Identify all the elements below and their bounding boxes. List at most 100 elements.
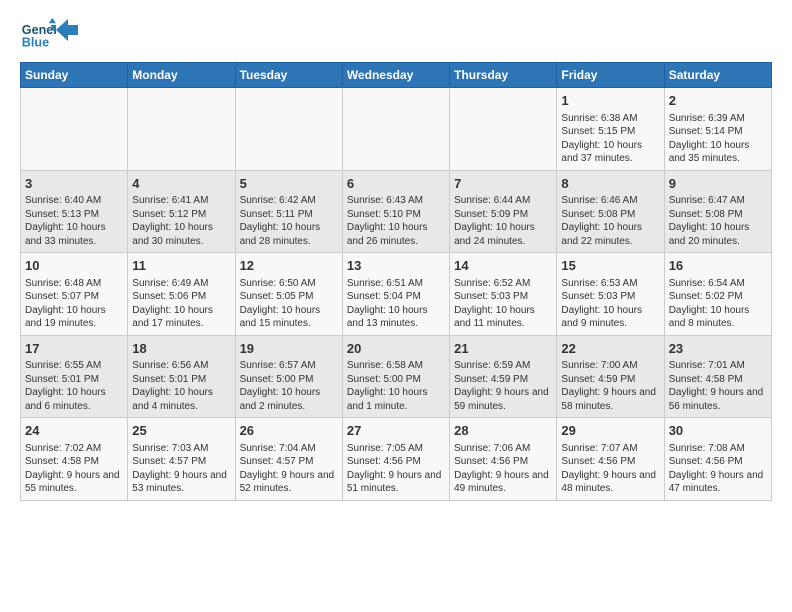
cell-content: Sunset: 4:59 PM [454, 373, 552, 387]
day-number: 29 [561, 422, 659, 440]
calendar-cell [235, 88, 342, 171]
calendar-cell: 22Sunrise: 7:00 AMSunset: 4:59 PMDayligh… [557, 335, 664, 418]
cell-content: Daylight: 9 hours and 52 minutes. [240, 469, 338, 496]
cell-content: Daylight: 9 hours and 51 minutes. [347, 469, 445, 496]
cell-content: Sunset: 5:04 PM [347, 290, 445, 304]
day-number: 23 [669, 340, 767, 358]
cell-content: Sunset: 5:10 PM [347, 208, 445, 222]
day-number: 7 [454, 175, 552, 193]
cell-content: Sunrise: 6:56 AM [132, 359, 230, 373]
calendar-cell: 15Sunrise: 6:53 AMSunset: 5:03 PMDayligh… [557, 253, 664, 336]
cell-content: Sunrise: 6:49 AM [132, 277, 230, 291]
week-row-3: 10Sunrise: 6:48 AMSunset: 5:07 PMDayligh… [21, 253, 772, 336]
calendar-cell: 30Sunrise: 7:08 AMSunset: 4:56 PMDayligh… [664, 418, 771, 501]
calendar-cell: 6Sunrise: 6:43 AMSunset: 5:10 PMDaylight… [342, 170, 449, 253]
cell-content: Sunset: 4:56 PM [347, 455, 445, 469]
day-number: 13 [347, 257, 445, 275]
cell-content: Sunset: 5:09 PM [454, 208, 552, 222]
cell-content: Sunrise: 7:05 AM [347, 442, 445, 456]
cell-content: Sunrise: 7:08 AM [669, 442, 767, 456]
cell-content: Sunrise: 6:53 AM [561, 277, 659, 291]
cell-content: Sunset: 5:05 PM [240, 290, 338, 304]
cell-content: Sunrise: 6:57 AM [240, 359, 338, 373]
day-number: 3 [25, 175, 123, 193]
calendar-cell: 4Sunrise: 6:41 AMSunset: 5:12 PMDaylight… [128, 170, 235, 253]
day-number: 11 [132, 257, 230, 275]
cell-content: Daylight: 10 hours and 6 minutes. [25, 386, 123, 413]
cell-content: Sunset: 5:02 PM [669, 290, 767, 304]
cell-content: Daylight: 10 hours and 4 minutes. [132, 386, 230, 413]
day-number: 6 [347, 175, 445, 193]
calendar-cell: 2Sunrise: 6:39 AMSunset: 5:14 PMDaylight… [664, 88, 771, 171]
week-row-2: 3Sunrise: 6:40 AMSunset: 5:13 PMDaylight… [21, 170, 772, 253]
cell-content: Daylight: 10 hours and 17 minutes. [132, 304, 230, 331]
header-section: General Blue [20, 16, 772, 52]
cell-content: Sunset: 5:01 PM [132, 373, 230, 387]
cell-content: Sunrise: 6:46 AM [561, 194, 659, 208]
cell-content: Sunrise: 7:04 AM [240, 442, 338, 456]
day-header-wednesday: Wednesday [342, 63, 449, 88]
cell-content: Sunrise: 7:00 AM [561, 359, 659, 373]
cell-content: Daylight: 10 hours and 22 minutes. [561, 221, 659, 248]
cell-content: Sunset: 4:56 PM [454, 455, 552, 469]
day-number: 5 [240, 175, 338, 193]
cell-content: Daylight: 9 hours and 47 minutes. [669, 469, 767, 496]
calendar-cell: 19Sunrise: 6:57 AMSunset: 5:00 PMDayligh… [235, 335, 342, 418]
cell-content: Sunrise: 6:58 AM [347, 359, 445, 373]
cell-content: Daylight: 10 hours and 1 minute. [347, 386, 445, 413]
cell-content: Daylight: 9 hours and 48 minutes. [561, 469, 659, 496]
cell-content: Daylight: 10 hours and 24 minutes. [454, 221, 552, 248]
calendar-cell: 9Sunrise: 6:47 AMSunset: 5:08 PMDaylight… [664, 170, 771, 253]
cell-content: Sunset: 5:01 PM [25, 373, 123, 387]
cell-content: Sunrise: 6:44 AM [454, 194, 552, 208]
cell-content: Sunrise: 6:54 AM [669, 277, 767, 291]
cell-content: Sunset: 5:03 PM [454, 290, 552, 304]
calendar-cell: 26Sunrise: 7:04 AMSunset: 4:57 PMDayligh… [235, 418, 342, 501]
cell-content: Sunrise: 6:40 AM [25, 194, 123, 208]
calendar-cell: 29Sunrise: 7:07 AMSunset: 4:56 PMDayligh… [557, 418, 664, 501]
cell-content: Daylight: 9 hours and 58 minutes. [561, 386, 659, 413]
cell-content: Sunset: 5:11 PM [240, 208, 338, 222]
calendar-cell: 12Sunrise: 6:50 AMSunset: 5:05 PMDayligh… [235, 253, 342, 336]
cell-content: Sunset: 4:56 PM [669, 455, 767, 469]
cell-content: Daylight: 9 hours and 53 minutes. [132, 469, 230, 496]
week-row-1: 1Sunrise: 6:38 AMSunset: 5:15 PMDaylight… [21, 88, 772, 171]
week-row-5: 24Sunrise: 7:02 AMSunset: 4:58 PMDayligh… [21, 418, 772, 501]
cell-content: Daylight: 9 hours and 56 minutes. [669, 386, 767, 413]
day-header-tuesday: Tuesday [235, 63, 342, 88]
day-number: 16 [669, 257, 767, 275]
cell-content: Sunrise: 6:43 AM [347, 194, 445, 208]
calendar-table: SundayMondayTuesdayWednesdayThursdayFrid… [20, 62, 772, 501]
cell-content: Sunset: 4:57 PM [240, 455, 338, 469]
cell-content: Daylight: 9 hours and 55 minutes. [25, 469, 123, 496]
calendar-cell: 1Sunrise: 6:38 AMSunset: 5:15 PMDaylight… [557, 88, 664, 171]
day-number: 15 [561, 257, 659, 275]
day-number: 27 [347, 422, 445, 440]
cell-content: Daylight: 10 hours and 37 minutes. [561, 139, 659, 166]
cell-content: Sunset: 5:03 PM [561, 290, 659, 304]
calendar-cell: 14Sunrise: 6:52 AMSunset: 5:03 PMDayligh… [450, 253, 557, 336]
cell-content: Sunset: 5:00 PM [240, 373, 338, 387]
day-header-saturday: Saturday [664, 63, 771, 88]
cell-content: Daylight: 10 hours and 35 minutes. [669, 139, 767, 166]
cell-content: Sunrise: 6:42 AM [240, 194, 338, 208]
day-header-thursday: Thursday [450, 63, 557, 88]
calendar-cell: 18Sunrise: 6:56 AMSunset: 5:01 PMDayligh… [128, 335, 235, 418]
cell-content: Daylight: 10 hours and 13 minutes. [347, 304, 445, 331]
calendar-cell [342, 88, 449, 171]
day-number: 2 [669, 92, 767, 110]
cell-content: Daylight: 9 hours and 59 minutes. [454, 386, 552, 413]
cell-content: Sunset: 5:08 PM [669, 208, 767, 222]
day-number: 14 [454, 257, 552, 275]
day-number: 9 [669, 175, 767, 193]
calendar-cell: 10Sunrise: 6:48 AMSunset: 5:07 PMDayligh… [21, 253, 128, 336]
day-number: 4 [132, 175, 230, 193]
calendar-cell: 11Sunrise: 6:49 AMSunset: 5:06 PMDayligh… [128, 253, 235, 336]
cell-content: Daylight: 10 hours and 2 minutes. [240, 386, 338, 413]
logo: General Blue [20, 16, 78, 52]
day-number: 21 [454, 340, 552, 358]
calendar-cell: 7Sunrise: 6:44 AMSunset: 5:09 PMDaylight… [450, 170, 557, 253]
calendar-cell [450, 88, 557, 171]
day-number: 25 [132, 422, 230, 440]
cell-content: Daylight: 10 hours and 11 minutes. [454, 304, 552, 331]
